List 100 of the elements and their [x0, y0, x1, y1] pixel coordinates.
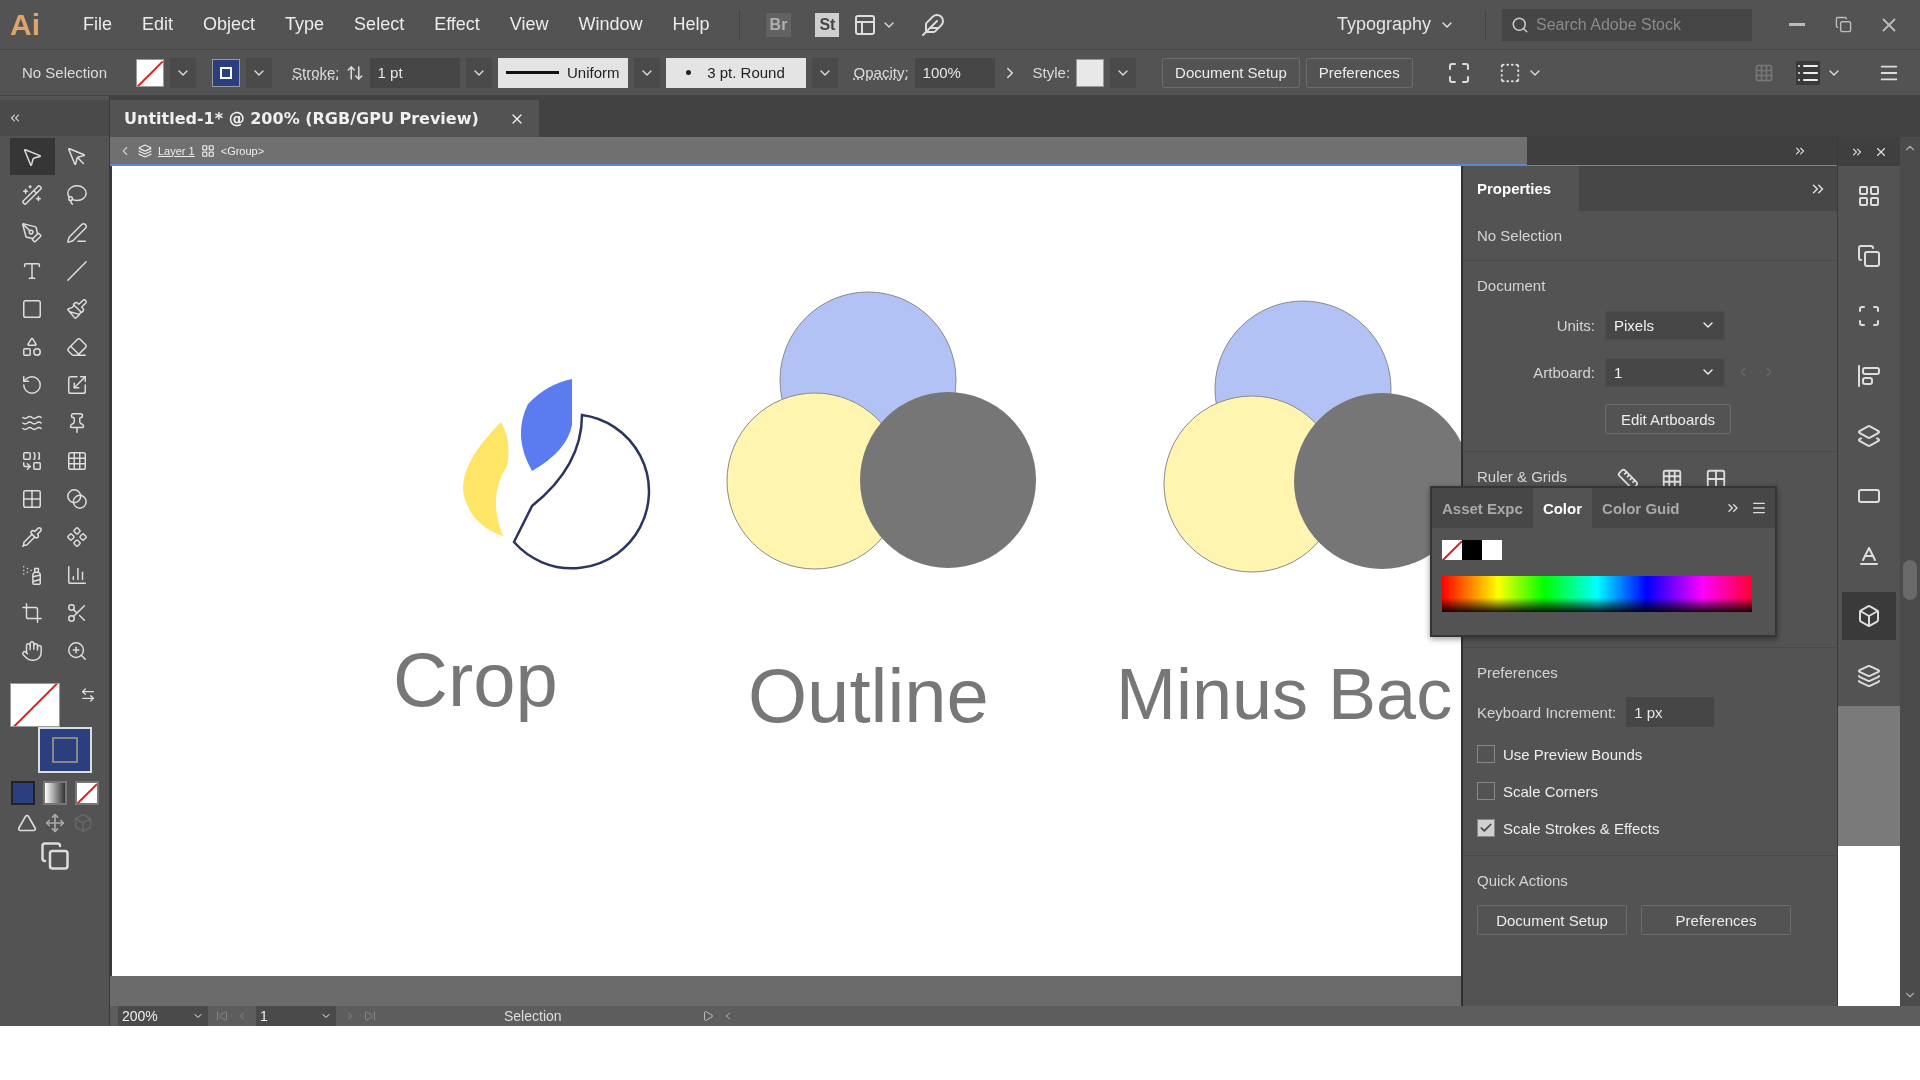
restore-icon [1834, 16, 1852, 33]
layers-icon [1857, 664, 1881, 688]
checkbox[interactable]: Scale Corners [1477, 780, 1823, 802]
style-swatch[interactable] [1076, 58, 1105, 87]
transform-icon[interactable] [1498, 61, 1521, 84]
opacity-field[interactable]: 100% [914, 57, 995, 88]
breadcrumb-link[interactable]: Layer 1 [158, 144, 195, 157]
stroke-weight-field[interactable]: 1 pt [369, 57, 460, 88]
play-icon[interactable] [702, 1010, 714, 1022]
dropdown-button[interactable] [811, 57, 838, 88]
artboard-label: Minus Bac [1116, 658, 1453, 730]
units-dropdown[interactable]: Pixels [1605, 310, 1725, 340]
menu-item[interactable]: File [70, 10, 125, 39]
document-tab[interactable]: Untitled-1* @ 200% (RGB/GPU Preview) [110, 100, 539, 137]
edit-artboards-button[interactable]: Edit Artboards [1605, 404, 1731, 434]
toolbar-button[interactable]: Preferences [1305, 57, 1413, 88]
fill-swatch[interactable] [136, 58, 164, 87]
workspace-switcher[interactable]: Typography [1322, 14, 1469, 35]
letter-icon [1857, 544, 1881, 568]
shapes-icon [21, 335, 43, 358]
color-mode-button[interactable] [10, 781, 35, 805]
blend-icon [66, 487, 88, 510]
dropdown-button[interactable] [1110, 57, 1137, 88]
style-label: Style: [1032, 64, 1071, 81]
zoom-field[interactable]: 200% [118, 1006, 208, 1026]
current-tool: Selection [504, 1008, 563, 1024]
quick-action-button[interactable]: Document Setup [1477, 905, 1627, 935]
magic-wand-icon [21, 183, 43, 206]
none-swatch[interactable] [1442, 540, 1462, 560]
scroll-thumb[interactable] [1903, 560, 1917, 600]
artboard-dropdown[interactable]: 1 [1605, 357, 1725, 387]
rectangle-icon [21, 297, 43, 320]
none-mode-button[interactable] [74, 781, 99, 805]
app-logo: Ai [10, 7, 40, 42]
feather-icon[interactable] [921, 12, 946, 37]
properties-tab[interactable]: Properties [1463, 166, 1580, 211]
toolbar-button[interactable]: Document Setup [1162, 57, 1300, 88]
mesh-icon [21, 487, 43, 510]
checkbox[interactable]: Scale Strokes & Effects [1477, 817, 1823, 839]
dock-button[interactable] [1842, 592, 1896, 640]
layout-icon[interactable] [853, 12, 878, 37]
stroke-swatch[interactable] [212, 58, 240, 87]
eyedropper-icon [21, 525, 43, 548]
dropdown-button[interactable] [465, 57, 492, 88]
menu-item[interactable]: Object [190, 10, 269, 39]
panel-tab[interactable]: Color [1532, 488, 1593, 528]
menu-item[interactable]: Edit [129, 10, 187, 39]
section-heading: Preferences [1477, 664, 1559, 681]
dropdown-button[interactable] [633, 57, 660, 88]
line-icon [66, 259, 88, 282]
stepper-icon[interactable] [345, 63, 364, 82]
screen-mode-icon[interactable] [39, 841, 70, 871]
section-heading: Document [1477, 277, 1547, 294]
paintbrush-icon [66, 297, 88, 320]
arrange-icon[interactable] [1796, 60, 1820, 85]
section-heading: Quick Actions [1477, 872, 1569, 889]
color-swatch[interactable] [1482, 540, 1502, 560]
artboard-field[interactable]: 1 [256, 1006, 336, 1026]
dropdown-button[interactable] [170, 57, 196, 88]
layers-icon [138, 143, 152, 158]
component-icon [66, 525, 88, 548]
stroke-label: Stroke: [292, 64, 340, 81]
menu-item[interactable]: Select [341, 10, 418, 39]
draw-mode-icon[interactable] [44, 813, 65, 833]
menu-item[interactable]: View [496, 10, 562, 39]
quick-action-button[interactable]: Preferences [1641, 905, 1791, 935]
brush-dropdown[interactable]: 3 pt. Round [665, 57, 806, 88]
tool-button[interactable] [9, 138, 55, 175]
menu-icon[interactable] [1751, 500, 1767, 516]
breadcrumb-link[interactable]: <Group> [220, 144, 265, 157]
profile-dropdown[interactable]: Uniform [497, 57, 628, 88]
menu-item[interactable]: Type [272, 10, 338, 39]
checkbox[interactable]: Use Preview Bounds [1477, 743, 1823, 765]
frame-icon[interactable] [1446, 60, 1471, 85]
scissors-icon [66, 601, 88, 624]
menu-item[interactable]: Help [659, 10, 723, 39]
pen-line-icon [66, 221, 88, 244]
swap-icon[interactable] [79, 687, 96, 703]
hand-icon [21, 639, 43, 662]
increment-field[interactable]: 1 px [1626, 697, 1715, 727]
dropdown-button[interactable] [246, 57, 272, 88]
fill-swatch[interactable] [9, 683, 60, 727]
artboard-label: Outline [748, 658, 989, 734]
scale-icon [66, 373, 88, 396]
lasso-icon [66, 183, 88, 206]
draw-mode-icon[interactable] [16, 813, 37, 833]
stock-button[interactable]: St [815, 12, 840, 37]
gradient-mode-button[interactable] [42, 781, 67, 805]
search-field[interactable]: Search Adobe Stock [1502, 8, 1752, 41]
units-label: Units: [1555, 316, 1595, 334]
bar-chart-icon [66, 563, 88, 586]
opacity-label: Opacity: [853, 64, 909, 81]
pointer-icon [66, 145, 88, 168]
menu-item[interactable]: Window [565, 10, 656, 39]
color-spectrum[interactable] [1442, 576, 1752, 612]
color-swatch[interactable] [1462, 540, 1482, 560]
menu-item[interactable]: Effect [421, 10, 493, 39]
increment-label: Keyboard Increment: [1477, 703, 1617, 721]
collapse-icon[interactable] [8, 111, 22, 125]
pen-icon [21, 221, 43, 244]
